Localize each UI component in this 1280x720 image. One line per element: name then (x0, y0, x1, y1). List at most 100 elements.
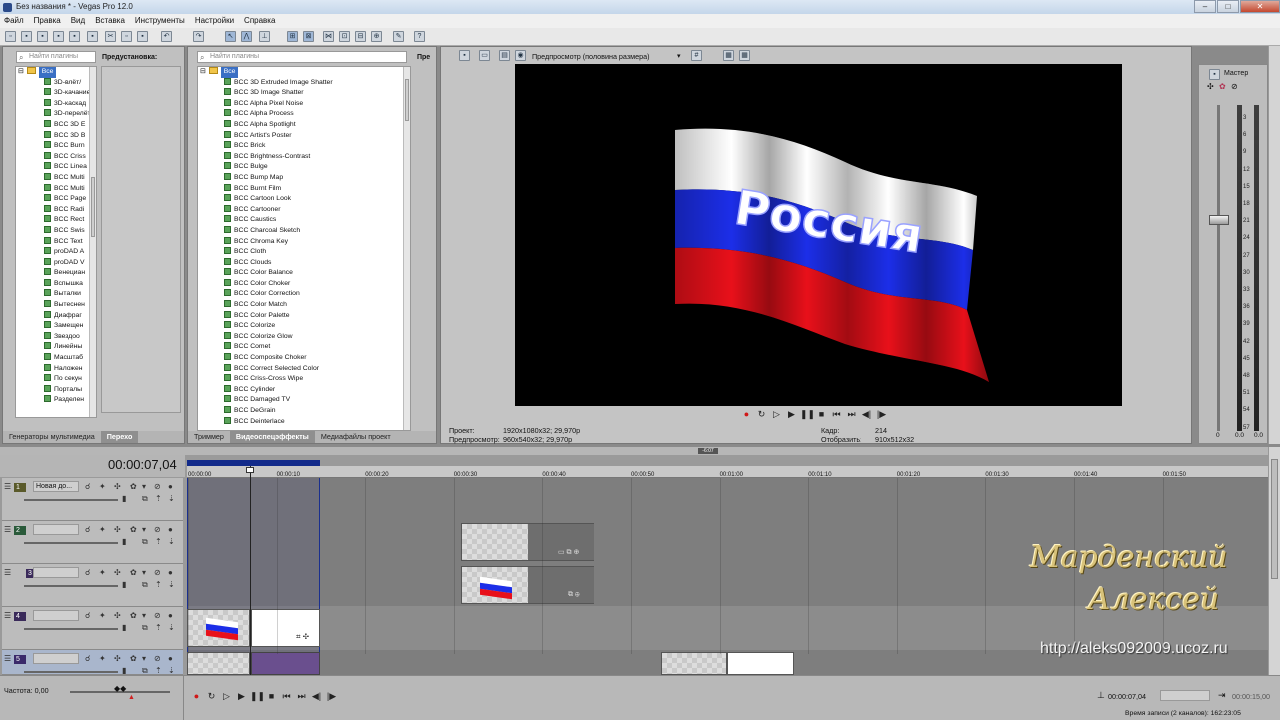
solo-icon[interactable]: ● (168, 525, 173, 534)
fx-item[interactable]: BCC DeGrain (198, 406, 410, 417)
play-from-start-icon[interactable]: ▷ (220, 690, 233, 702)
playhead-handle[interactable] (246, 467, 254, 473)
chevron-down-icon[interactable]: ▾ (142, 482, 146, 491)
transition-item[interactable]: BCC Burn (16, 141, 96, 152)
track-level-slider[interactable] (24, 499, 118, 501)
transition-item[interactable]: BCC 3D E (16, 119, 96, 131)
track-fx-icon[interactable]: ✦ (99, 568, 106, 577)
transition-item[interactable]: proDAD A (16, 247, 96, 258)
fx-item[interactable]: BCC 3D Image Shatter (198, 88, 410, 99)
go-start-icon[interactable]: ⏮ (830, 408, 843, 420)
envelope-tool-icon[interactable]: ⋀ (241, 31, 252, 42)
fx-item[interactable]: BCC Criss-Cross Wipe (198, 374, 410, 385)
go-start-icon[interactable]: ⏮ (280, 690, 293, 702)
redo-icon[interactable]: ↷ (193, 31, 204, 42)
fx-item[interactable]: BCC Alpha Pixel Noise (198, 98, 410, 110)
new-icon[interactable]: ▫ (5, 31, 16, 42)
track-expand-icon[interactable]: ☰ (4, 482, 11, 491)
make-parent-icon[interactable]: ⇡ (155, 580, 162, 589)
parent-motion-icon[interactable]: ⧉ (142, 666, 148, 676)
fx-item[interactable]: BCC Color Correction (198, 289, 410, 300)
menu-file[interactable]: Файл (4, 14, 30, 28)
make-child-icon[interactable]: ⇣ (168, 580, 175, 589)
fx-item[interactable]: BCC Artist's Poster (198, 130, 410, 142)
tab-media-generators[interactable]: Генераторы мультимедиа (3, 431, 101, 443)
track-level-slider[interactable] (24, 671, 118, 673)
chevron-down-icon[interactable]: ▾ (677, 52, 681, 60)
transition-item[interactable]: Вспышка (16, 278, 96, 290)
track-compositing-icon[interactable]: ▮ (122, 623, 126, 632)
tab-transitions[interactable]: Перехо (100, 431, 139, 443)
track-motion-icon[interactable]: ☌ (85, 654, 90, 663)
track-name-field[interactable] (33, 524, 79, 535)
fx-item[interactable]: BCC Color Choker (198, 278, 410, 290)
track-motion-icon[interactable]: ☌ (85, 482, 90, 491)
transition-item[interactable]: BCC Rect (16, 215, 96, 226)
fx-item[interactable]: BCC 3D Extruded Image Shatter (198, 77, 410, 89)
window-scrollbar[interactable] (1268, 46, 1280, 444)
transition-item[interactable]: BCC 3D B (16, 130, 96, 142)
marker-flag[interactable]: -6:07 (698, 448, 718, 454)
prev-frame-icon[interactable]: ◀| (860, 408, 873, 420)
fx-item[interactable]: BCC Damaged TV (198, 395, 410, 406)
parent-motion-icon[interactable]: ⧉ (142, 494, 148, 504)
fx-item[interactable]: BCC Alpha Spotlight (198, 119, 410, 131)
play-from-start-icon[interactable]: ▷ (770, 408, 783, 420)
wand-icon[interactable]: ✎ (393, 31, 404, 42)
volume-fader[interactable] (1209, 215, 1229, 225)
render-icon[interactable]: ▪ (69, 31, 80, 42)
track-name-field[interactable] (33, 653, 79, 664)
fx-item[interactable]: BCC Cloth (198, 247, 410, 258)
track-header-2[interactable]: ☰ 2 ☌ ✦ ✣ ✿ ▾ ⊘ ● ▮ ⧉ ⇡ ⇣ (2, 521, 183, 564)
make-parent-icon[interactable]: ⇡ (155, 623, 162, 632)
mute-icon[interactable]: ⊘ (154, 568, 161, 577)
track-compositing-icon[interactable]: ▮ (122, 537, 126, 546)
fx-tree-root[interactable]: ⊟ Все (198, 67, 410, 78)
fx-chain-icon[interactable]: ✿ (1219, 82, 1226, 91)
selection-tool-icon[interactable]: ⊥ (259, 31, 270, 42)
solo-icon[interactable]: ● (168, 654, 173, 663)
track-motion-icon[interactable]: ☌ (85, 525, 90, 534)
pause-icon[interactable]: ❚❚ (800, 408, 815, 420)
loop-icon[interactable]: ↻ (205, 690, 218, 702)
video-clip-track4a[interactable] (187, 609, 250, 647)
fx-item[interactable]: BCC Cylinder (198, 384, 410, 396)
track-header-3[interactable]: ☰ 3 ☌ ✦ ✣ ✿ ▾ ⊘ ● ▮ ⧉ ⇡ ⇣ (2, 564, 183, 607)
fx-item[interactable]: BCC Bulge (198, 162, 410, 173)
menu-options[interactable]: Настройки (195, 14, 240, 28)
fx-item[interactable]: BCC Burnt Film (198, 183, 410, 195)
mute-icon[interactable]: ⊘ (154, 482, 161, 491)
track-header-1[interactable]: ☰ 1 Новая до... ☌ ✦ ✣ ✿ ▾ ⊘ ● ▮ ⧉ ⇡ ⇣ (2, 478, 183, 521)
copy-snapshot-icon[interactable]: ▦ (723, 50, 734, 61)
fx-item[interactable]: BCC Correct Selected Color (198, 363, 410, 375)
transition-item[interactable]: BCC Multi (16, 183, 96, 195)
fx-item[interactable]: BCC Colorize (198, 321, 410, 332)
go-end-icon[interactable]: ⏭ (845, 408, 858, 420)
track-expand-icon[interactable]: ☰ (4, 654, 11, 663)
video-clip-track3[interactable]: ⧉ ⊕ (461, 566, 594, 604)
fx-chain-icon[interactable]: ✿ (130, 568, 137, 577)
solo-icon[interactable]: ● (168, 568, 173, 577)
parent-motion-icon[interactable]: ⧉ (142, 580, 148, 590)
parent-motion-icon[interactable]: ⧉ (142, 537, 148, 547)
clip-fx-icon[interactable]: ▭ ⧉ ⊕ (558, 548, 579, 557)
track-header-5[interactable]: ☰ 5 ☌ ✦ ✣ ✿ ▾ ⊘ ● ▮ ⧉ ⇡ ⇣ (2, 650, 183, 675)
save-icon[interactable]: ▪ (37, 31, 48, 42)
video-clip-track5b[interactable] (251, 652, 320, 675)
transition-item[interactable]: BCC Text (16, 236, 96, 248)
master-properties-icon[interactable]: ▪ (1209, 69, 1220, 80)
fx-item[interactable]: BCC Chroma Key (198, 236, 410, 248)
transition-item[interactable]: По секун (16, 374, 96, 385)
solo-icon[interactable]: ● (168, 482, 173, 491)
properties-icon[interactable]: ▪ (87, 31, 98, 42)
fx-item[interactable]: BCC Brightness-Contrast (198, 151, 410, 163)
transition-item[interactable]: BCC Radi (16, 204, 96, 216)
menu-help[interactable]: Справка (244, 14, 281, 28)
transition-item[interactable]: Вытеснен (16, 300, 96, 311)
fx-scrollbar[interactable] (403, 67, 410, 430)
composite-icon[interactable]: ✣ (114, 654, 121, 663)
video-clip-track2[interactable]: ▭ ⧉ ⊕ (461, 523, 594, 561)
chevron-down-icon[interactable]: ▾ (142, 568, 146, 577)
fx-item[interactable]: BCC Color Palette (198, 310, 410, 322)
fx-chain-icon[interactable]: ✿ (130, 525, 137, 534)
